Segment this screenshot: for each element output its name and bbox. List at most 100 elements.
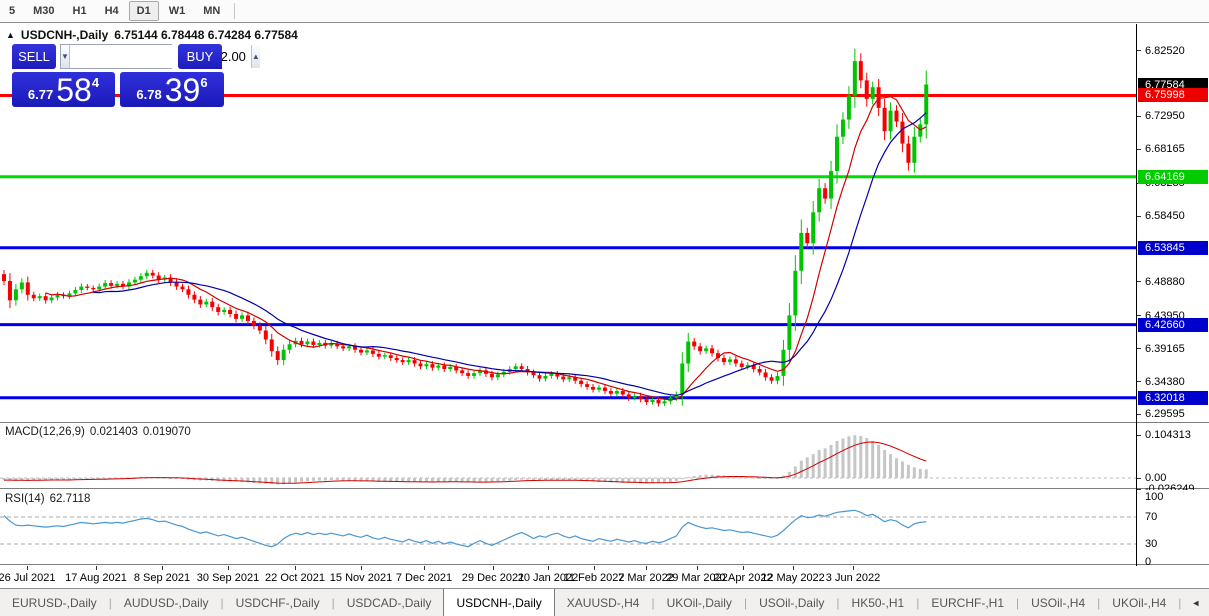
time-axis: 26 Jul 202117 Aug 20218 Sep 202130 Sep 2… <box>0 566 1209 588</box>
macd-label: MACD(12,26,9)0.0214030.019070 <box>5 426 191 438</box>
date-tick-mark <box>793 566 794 570</box>
date-tick-mark <box>646 566 647 570</box>
date-label: 26 Jul 2021 <box>0 572 55 584</box>
timeframe-button-h1[interactable]: H1 <box>65 1 95 21</box>
chart-tab-usdcad-daily[interactable]: USDCAD-,Daily <box>335 589 444 616</box>
price-level-label: 6.53845 <box>1138 241 1208 255</box>
chart-tab-audusd-daily[interactable]: AUDUSD-,Daily <box>112 589 221 616</box>
date-label: 3 Jun 2022 <box>826 572 880 584</box>
date-tick-mark <box>162 566 163 570</box>
toolbar-separator <box>234 3 235 19</box>
price-level-label: 6.75998 <box>1138 88 1208 102</box>
timeframe-button-w1[interactable]: W1 <box>161 1 194 21</box>
chart-tab-usdcnh-daily[interactable]: USDCNH-,Daily <box>443 589 554 616</box>
main-chart-panel[interactable]: ▲ USDCNH-,Daily 6.75144 6.78448 6.74284 … <box>0 24 1137 421</box>
price-tick-label: 6.29595 <box>1145 408 1185 420</box>
buy-price-big: 39 <box>165 75 201 105</box>
date-tick-mark <box>228 566 229 570</box>
price-tick-label: 6.68165 <box>1145 143 1185 155</box>
date-tick-mark <box>697 566 698 570</box>
price-tick-label: 6.72950 <box>1145 110 1185 122</box>
date-tick-mark <box>743 566 744 570</box>
date-label: 15 Nov 2021 <box>330 572 392 584</box>
date-tick-mark <box>493 566 494 570</box>
chart-tab-ukoil-h4[interactable]: UKOil-,H4 <box>1100 589 1178 616</box>
price-level-label: 6.64169 <box>1138 170 1208 184</box>
timeframe-button-d1[interactable]: D1 <box>129 1 159 21</box>
date-tick-mark <box>27 566 28 570</box>
price-axis: 6.825206.729506.681656.632356.584506.488… <box>1137 24 1209 421</box>
date-label: 11 Feb 2022 <box>564 572 625 584</box>
rsi-chart <box>0 490 1137 564</box>
chart-tab-eurusd-daily[interactable]: EURUSD-,Daily <box>0 589 109 616</box>
chart-tab-usoil-daily[interactable]: USOil-,Daily <box>747 589 836 616</box>
rsi-label: RSI(14)62.7118 <box>5 493 90 505</box>
date-label: 29 Dec 2021 <box>462 572 524 584</box>
date-label: 30 Sep 2021 <box>197 572 259 584</box>
timeframe-button-mn[interactable]: MN <box>195 1 228 21</box>
date-tick-mark <box>594 566 595 570</box>
macd-axis-label: 0.104313 <box>1145 429 1191 441</box>
price-level-label: 6.42660 <box>1138 318 1208 332</box>
buy-price-small: 6.78 <box>136 87 161 102</box>
price-tick-mark <box>1137 50 1141 51</box>
price-tick-mark <box>1137 414 1141 415</box>
price-tick-mark <box>1137 315 1141 316</box>
date-label: 12 May 2022 <box>761 572 825 584</box>
date-tick-mark <box>361 566 362 570</box>
buy-price-sup: 6 <box>200 75 207 90</box>
sell-price-sup: 4 <box>92 75 99 90</box>
price-tick-mark <box>1137 381 1141 382</box>
chart-symbol-label: USDCNH-,Daily <box>21 28 108 42</box>
sell-price-small: 6.77 <box>28 87 53 102</box>
buy-button[interactable]: BUY <box>178 44 222 69</box>
date-tick-mark <box>548 566 549 570</box>
price-tick-label: 6.58450 <box>1145 210 1185 222</box>
collapse-triangle-icon[interactable]: ▲ <box>6 30 15 40</box>
macd-axis: 0.1043130.00-0.026249 <box>1137 422 1209 489</box>
chart-tab-xauusd-h4[interactable]: XAUUSD-,H4 <box>555 589 652 616</box>
date-label: 17 Aug 2021 <box>65 572 127 584</box>
price-tick-label: 6.82520 <box>1145 45 1185 57</box>
trading-terminal-window: 5M30H1H4D1W1MN ▲ USDCNH-,Daily 6.75144 6… <box>0 0 1209 616</box>
chart-tab-usoil-h4[interactable]: USOil-,H4 <box>1019 589 1097 616</box>
timeframe-button-5[interactable]: 5 <box>1 1 23 21</box>
chart-tab-usdchf-daily[interactable]: USDCHF-,Daily <box>224 589 332 616</box>
tab-scroll-left-icon[interactable]: ◄ <box>1191 598 1200 608</box>
macd-panel[interactable]: MACD(12,26,9)0.0214030.019070 <box>0 422 1137 489</box>
sell-price-box[interactable]: 6.77 58 4 <box>12 72 115 107</box>
volume-decrease-button[interactable]: ▼ <box>61 45 70 68</box>
date-tick-mark <box>96 566 97 570</box>
chart-ohlc-values: 6.75144 6.78448 6.74284 6.77584 <box>114 28 298 42</box>
price-tick-label: 6.34380 <box>1145 376 1185 388</box>
sell-button[interactable]: SELL <box>12 44 56 69</box>
price-tick-mark <box>1137 116 1141 117</box>
chart-tab-eurchf-h1[interactable]: EURCHF-,H1 <box>919 589 1016 616</box>
buy-price-box[interactable]: 6.78 39 6 <box>120 72 224 107</box>
volume-increase-button[interactable]: ▲ <box>251 45 260 68</box>
rsi-axis-label: 30 <box>1145 538 1157 550</box>
rsi-axis-label: 100 <box>1145 491 1163 503</box>
chart-title: ▲ USDCNH-,Daily 6.75144 6.78448 6.74284 … <box>6 28 298 42</box>
price-tick-label: 6.48880 <box>1145 276 1185 288</box>
price-tick-mark <box>1137 216 1141 217</box>
chart-tab-ukoil-daily[interactable]: UKOil-,Daily <box>655 589 744 616</box>
volume-spinner: ▼ ▲ <box>60 44 172 69</box>
price-tick-label: 6.39165 <box>1145 343 1185 355</box>
macd-tick-mark <box>1137 435 1141 436</box>
chart-tab-hk50-h1[interactable]: HK50-,H1 <box>840 589 917 616</box>
price-tick-mark <box>1137 348 1141 349</box>
macd-tick-mark <box>1137 478 1141 479</box>
timeframe-toolbar: 5M30H1H4D1W1MN <box>0 0 1209 23</box>
chart-tab-bar: EURUSD-,Daily|AUDUSD-,Daily|USDCHF-,Dail… <box>0 588 1209 616</box>
price-tick-mark <box>1137 281 1141 282</box>
one-click-trade-panel: SELL ▼ ▲ BUY 6.77 58 4 6.78 39 6 <box>12 44 224 107</box>
rsi-axis-label: 70 <box>1145 511 1157 523</box>
timeframe-button-h4[interactable]: H4 <box>97 1 127 21</box>
timeframe-button-m30[interactable]: M30 <box>25 1 62 21</box>
price-level-label: 6.32018 <box>1138 391 1208 405</box>
rsi-panel[interactable]: RSI(14)62.7118 <box>0 490 1137 565</box>
date-label: 7 Dec 2021 <box>396 572 452 584</box>
volume-input[interactable] <box>70 45 251 68</box>
date-tick-mark <box>853 566 854 570</box>
